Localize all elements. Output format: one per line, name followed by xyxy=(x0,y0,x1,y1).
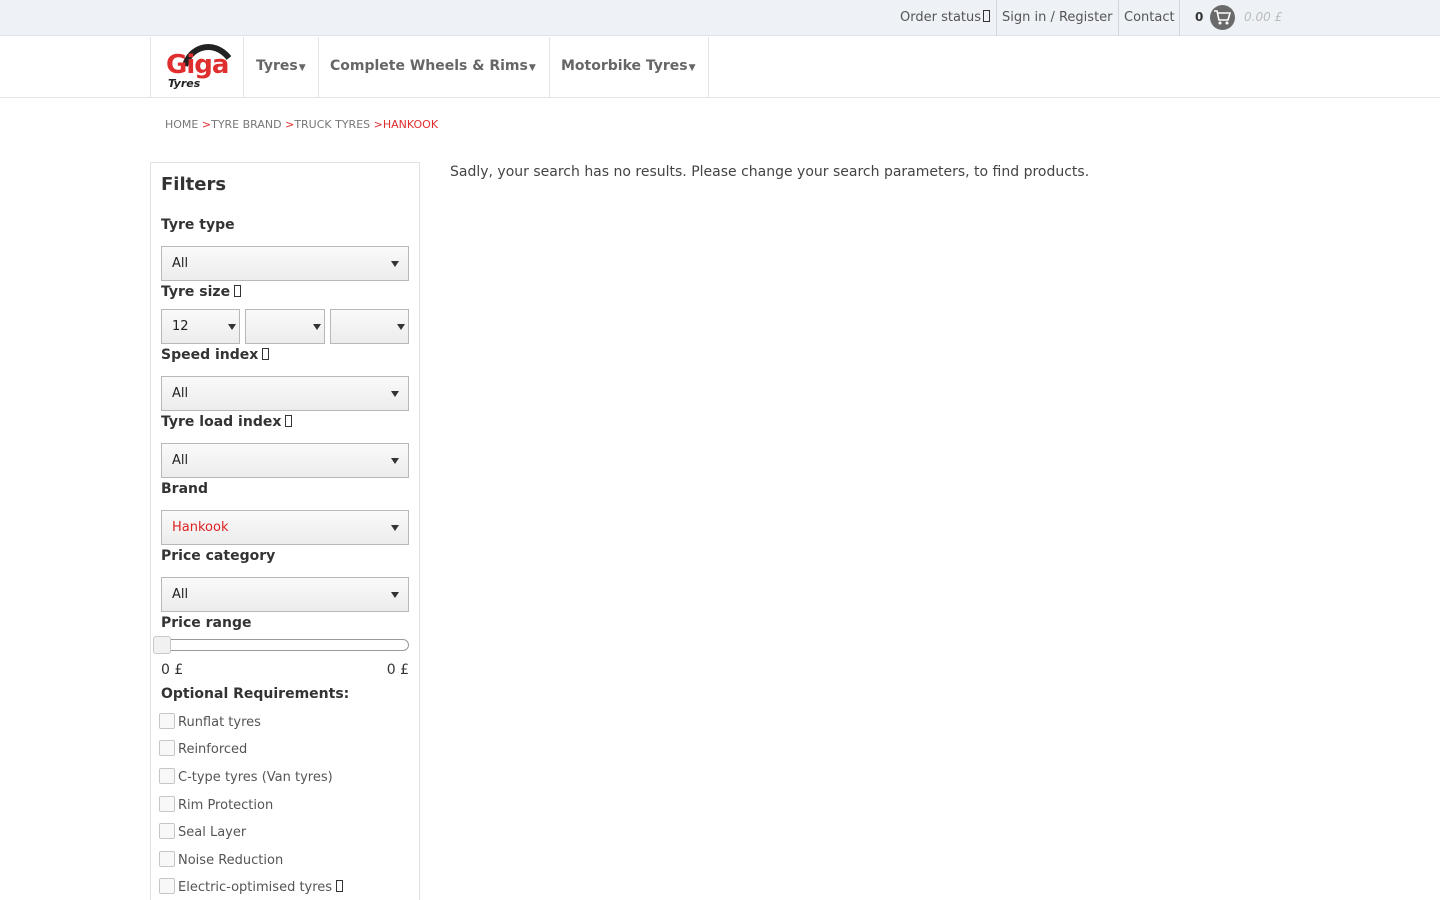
nav-wheels-rims[interactable]: Complete Wheels & Rims▼ xyxy=(319,37,550,98)
price-range-label: Price range xyxy=(161,615,252,631)
price-range-handle[interactable] xyxy=(153,636,171,654)
speed-index-label: Speed index xyxy=(161,347,270,363)
brand-select[interactable]: Hankook xyxy=(161,510,409,545)
tyre-size-label: Tyre size xyxy=(161,284,242,300)
nav-motorbike-label: Motorbike Tyres xyxy=(561,58,688,74)
no-results-message: Sadly, your search has no results. Pleas… xyxy=(450,164,1090,180)
nav-tyres[interactable]: Tyres▼ xyxy=(244,37,319,98)
cart-glyph xyxy=(1214,10,1231,25)
tyre-size-label-text: Tyre size xyxy=(161,284,231,300)
load-index-label-text: Tyre load index xyxy=(161,414,282,430)
order-status-label: Order status xyxy=(900,10,982,25)
option-label: Noise Reduction xyxy=(178,853,284,868)
breadcrumb-separator: > xyxy=(373,118,383,131)
breadcrumb-tyre-brand[interactable]: TYRE BRAND xyxy=(211,118,282,131)
tyre-rim-select[interactable] xyxy=(330,309,409,344)
contact-link[interactable]: Contact xyxy=(1124,0,1175,36)
option-label: Runflat tyres xyxy=(178,715,261,730)
info-icon[interactable] xyxy=(234,285,242,297)
load-index-select[interactable]: All xyxy=(161,443,409,478)
option-label-text: Electric-optimised tyres xyxy=(178,880,333,895)
filters-panel: Filters Tyre type All Tyre size 12 Speed… xyxy=(150,162,420,900)
top-bar: Order status Sign in / Register Contact … xyxy=(0,0,1440,36)
tyre-width-select[interactable]: 12 xyxy=(161,309,240,344)
checkbox[interactable] xyxy=(159,740,175,756)
load-index-value: All xyxy=(172,453,189,468)
price-min-value: 0 £ xyxy=(161,662,184,678)
tyre-height-select[interactable] xyxy=(245,309,325,344)
breadcrumb-separator: > xyxy=(285,118,295,131)
divider xyxy=(1118,0,1119,36)
checkbox[interactable] xyxy=(159,768,175,784)
info-icon[interactable] xyxy=(336,880,344,892)
price-range-slider[interactable] xyxy=(161,639,409,651)
breadcrumb-truck-tyres[interactable]: TRUCK TYRES xyxy=(294,118,370,131)
main-header: Giga Tyres Tyres▼ Complete Wheels & Rims… xyxy=(0,37,1440,98)
cart-total[interactable]: 0.00 £ xyxy=(1244,0,1282,36)
load-index-label: Tyre load index xyxy=(161,414,293,430)
speed-index-value: All xyxy=(172,386,189,401)
tyre-type-value: All xyxy=(172,256,189,271)
nav-tyres-label: Tyres xyxy=(256,58,298,74)
price-category-select[interactable]: All xyxy=(161,577,409,612)
dropdown-arrow-icon xyxy=(228,324,236,330)
dropdown-arrow-icon xyxy=(313,324,321,330)
dropdown-arrow-icon xyxy=(397,324,405,330)
checkbox[interactable] xyxy=(159,851,175,867)
logo[interactable]: Giga Tyres xyxy=(150,37,244,98)
breadcrumb-home[interactable]: HOME xyxy=(165,118,198,131)
checkbox[interactable] xyxy=(159,713,175,729)
dropdown-arrow-icon xyxy=(391,458,399,464)
checkbox[interactable] xyxy=(159,878,175,894)
checkbox[interactable] xyxy=(159,796,175,812)
brand-value: Hankook xyxy=(172,520,229,535)
dropdown-arrow-icon xyxy=(391,391,399,397)
sign-in-link[interactable]: Sign in / Register xyxy=(1002,0,1113,36)
breadcrumb: HOME >TYRE BRAND >TRUCK TYRES >HANKOOK xyxy=(165,118,438,131)
dropdown-arrow-icon xyxy=(391,261,399,267)
nav-wheels-label: Complete Wheels & Rims xyxy=(330,58,528,74)
cart-icon[interactable] xyxy=(1210,5,1235,30)
filters-title: Filters xyxy=(161,174,227,195)
order-status-link[interactable]: Order status xyxy=(900,0,991,36)
info-icon[interactable] xyxy=(262,348,270,360)
speed-index-label-text: Speed index xyxy=(161,347,259,363)
price-category-value: All xyxy=(172,587,189,602)
breadcrumb-separator: > xyxy=(201,118,212,131)
price-max-value: 0 £ xyxy=(386,662,409,678)
option-label: Reinforced xyxy=(178,742,248,757)
chevron-down-icon: ▼ xyxy=(528,63,536,73)
tyre-type-select[interactable]: All xyxy=(161,246,409,281)
logo-text: Giga xyxy=(166,50,229,80)
tyre-width-value: 12 xyxy=(172,319,189,334)
chevron-down-icon: ▼ xyxy=(298,63,306,73)
info-icon[interactable] xyxy=(285,415,293,427)
brand-label: Brand xyxy=(161,481,209,497)
chevron-down-icon: ▼ xyxy=(688,63,696,73)
logo-subtext: Tyres xyxy=(168,77,201,90)
dropdown-arrow-icon xyxy=(391,525,399,531)
breadcrumb-current: HANKOOK xyxy=(382,118,439,131)
cart-count[interactable]: 0 xyxy=(1195,0,1203,36)
option-label: Seal Layer xyxy=(178,825,247,840)
info-icon xyxy=(983,10,991,22)
option-label: C-type tyres (Van tyres) xyxy=(178,770,333,785)
nav-motorbike-tyres[interactable]: Motorbike Tyres▼ xyxy=(550,37,709,98)
checkbox[interactable] xyxy=(159,823,175,839)
optional-requirements-label: Optional Requirements: xyxy=(161,686,350,702)
price-category-label: Price category xyxy=(161,548,276,564)
tyre-type-label: Tyre type xyxy=(161,217,235,233)
divider xyxy=(1179,0,1180,36)
dropdown-arrow-icon xyxy=(391,592,399,598)
option-label: Rim Protection xyxy=(178,798,274,813)
divider xyxy=(996,0,997,36)
option-label: Electric-optimised tyres xyxy=(178,880,344,895)
speed-index-select[interactable]: All xyxy=(161,376,409,411)
